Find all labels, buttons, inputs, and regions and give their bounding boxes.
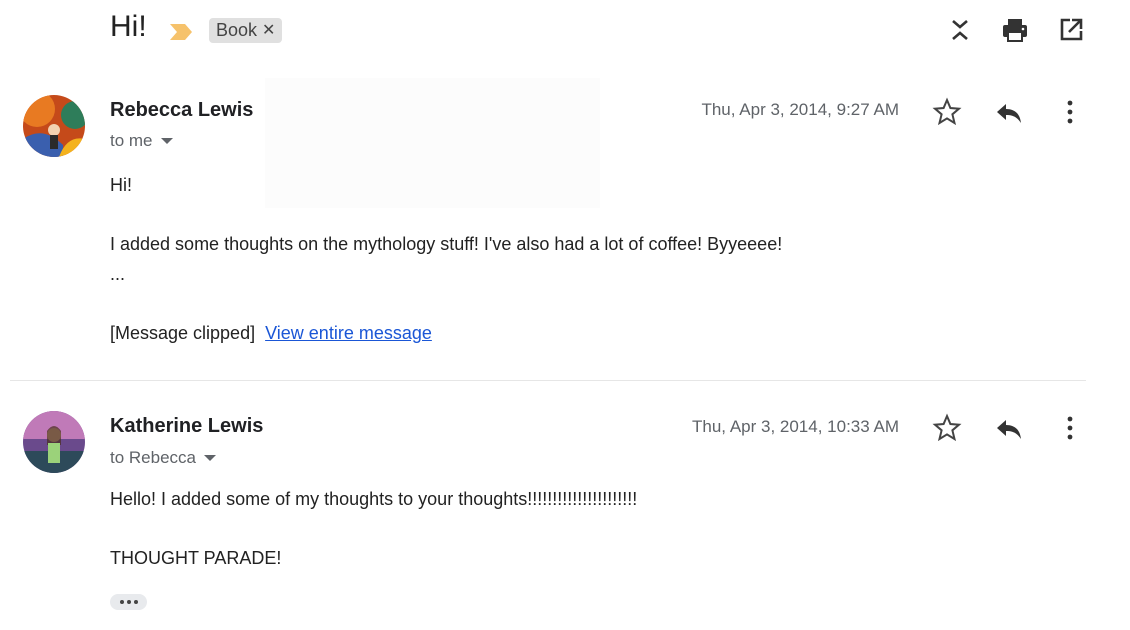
clipped-note: [Message clipped]	[110, 323, 256, 343]
print-icon[interactable]	[1001, 16, 1029, 44]
background-panel	[265, 78, 600, 208]
recipient-dropdown[interactable]: to me	[110, 131, 173, 151]
sender-name: Rebecca Lewis	[110, 99, 254, 121]
message-greeting: Hi!	[110, 175, 132, 195]
label-chip-text: Book	[216, 20, 258, 40]
dot-icon	[119, 600, 124, 604]
message-ellipsis: ...	[110, 264, 126, 284]
more-options-icon[interactable]	[1055, 97, 1085, 127]
message-body: I added some thoughts on the mythology s…	[110, 234, 783, 254]
message-date: Thu, Apr 3, 2014, 9:27 AM	[701, 100, 899, 119]
more-options-icon[interactable]	[1055, 413, 1085, 443]
message-clipped-row: [Message clipped] View entire message	[110, 323, 432, 344]
message-body-line-2: THOUGHT PARADE!	[110, 548, 282, 568]
reply-icon[interactable]	[994, 413, 1024, 443]
chevron-down-icon	[204, 455, 216, 461]
message-divider	[10, 380, 1086, 381]
open-in-new-window-icon[interactable]	[1057, 16, 1085, 44]
star-icon[interactable]	[932, 97, 962, 127]
label-chip: Book ✕	[209, 18, 283, 43]
reply-icon[interactable]	[994, 97, 1024, 127]
thread-subject: Hi!	[110, 10, 147, 43]
star-icon[interactable]	[932, 413, 962, 443]
remove-label-icon[interactable]: ✕	[262, 18, 275, 43]
message-body: Hello! I added some of my thoughts to yo…	[110, 489, 638, 509]
chevron-down-icon	[160, 138, 173, 144]
recipient-text: to me	[110, 131, 153, 150]
expand-collapse-icon[interactable]	[946, 16, 974, 44]
message-date: Thu, Apr 3, 2014, 10:33 AM	[692, 417, 899, 436]
recipient-text: to Rebecca	[110, 448, 196, 467]
dot-icon	[133, 600, 138, 604]
avatar[interactable]	[23, 95, 85, 157]
recipient-dropdown[interactable]: to Rebecca	[110, 448, 216, 468]
show-trimmed-content-button[interactable]	[110, 594, 147, 610]
view-entire-message-link[interactable]: View entire message	[265, 323, 432, 343]
important-marker-icon[interactable]	[168, 23, 194, 41]
dot-icon	[126, 600, 131, 604]
sender-name: Katherine Lewis	[110, 415, 264, 437]
avatar[interactable]	[23, 411, 85, 473]
